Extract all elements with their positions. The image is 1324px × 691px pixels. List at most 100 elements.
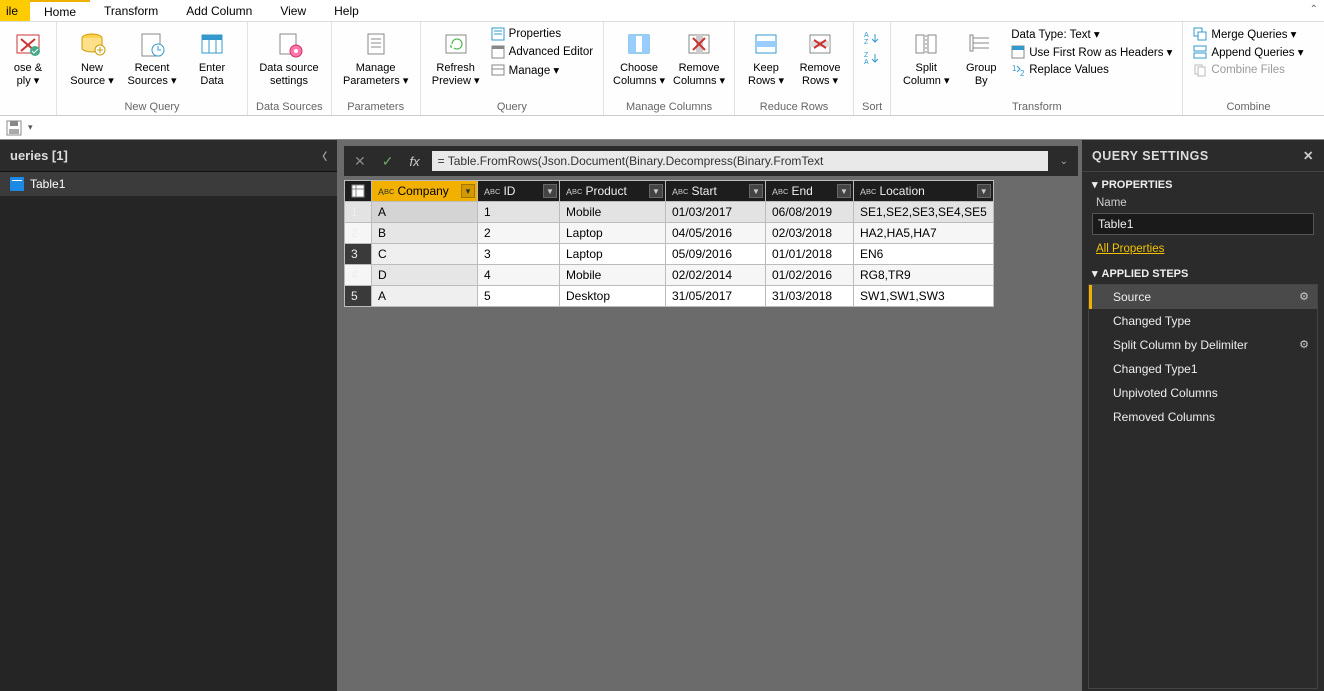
save-icon[interactable]	[6, 120, 22, 136]
formula-fx-icon[interactable]: fx	[405, 154, 423, 169]
properties-button[interactable]: Properties	[489, 26, 595, 42]
select-all-corner[interactable]	[345, 181, 372, 202]
append-queries-button[interactable]: Append Queries ▾	[1191, 44, 1305, 60]
collapse-ribbon-icon[interactable]: ⌃	[1310, 4, 1318, 15]
table-row[interactable]: 3C3Laptop05/09/201601/01/2018EN6	[345, 244, 994, 265]
remove-rows-button[interactable]: Remove Rows ▾	[795, 26, 845, 87]
formula-commit-icon[interactable]: ✓	[378, 153, 398, 170]
query-list-item[interactable]: Table1	[0, 172, 337, 196]
tab-help[interactable]: Help	[320, 0, 373, 21]
filter-dropdown-icon[interactable]: ▼	[749, 184, 763, 198]
cell[interactable]: 02/03/2018	[766, 223, 854, 244]
tab-view[interactable]: View	[266, 0, 320, 21]
sort-desc-button[interactable]: ZA	[862, 50, 882, 66]
applied-step[interactable]: Split Column by Delimiter⚙	[1089, 333, 1317, 357]
choose-columns-button[interactable]: Choose Columns ▾	[612, 26, 666, 87]
column-header-id[interactable]: ABCID▼	[478, 181, 560, 202]
applied-step[interactable]: Unpivoted Columns	[1089, 381, 1317, 405]
cell[interactable]: 31/05/2017	[666, 286, 766, 307]
remove-columns-button[interactable]: Remove Columns ▾	[672, 26, 726, 87]
cell[interactable]: Laptop	[560, 244, 666, 265]
query-name-input[interactable]	[1092, 213, 1314, 235]
column-header-product[interactable]: ABCProduct▼	[560, 181, 666, 202]
column-header-start[interactable]: ABCStart▼	[666, 181, 766, 202]
cell[interactable]: EN6	[854, 244, 994, 265]
cell[interactable]: 3	[478, 244, 560, 265]
applied-steps-section-title[interactable]: ▾ APPLIED STEPS	[1082, 261, 1324, 282]
replace-values-button[interactable]: 12Replace Values	[1009, 62, 1174, 78]
row-number[interactable]: 4	[345, 265, 372, 286]
cell[interactable]: Desktop	[560, 286, 666, 307]
manage-button[interactable]: Manage ▾	[489, 62, 595, 78]
cell[interactable]: HA2,HA5,HA7	[854, 223, 994, 244]
cell[interactable]: C	[372, 244, 478, 265]
applied-step[interactable]: Removed Columns	[1089, 405, 1317, 429]
step-settings-icon[interactable]: ⚙	[1299, 338, 1309, 351]
formula-expand-icon[interactable]: ⌄	[1056, 156, 1072, 167]
tab-home[interactable]: Home	[30, 0, 90, 21]
applied-step[interactable]: Source⚙	[1089, 285, 1317, 309]
tab-add-column[interactable]: Add Column	[172, 0, 266, 21]
tab-file[interactable]: ile	[0, 0, 30, 21]
cell[interactable]: 04/05/2016	[666, 223, 766, 244]
applied-step[interactable]: Changed Type	[1089, 309, 1317, 333]
column-header-company[interactable]: ABCCompany▼	[372, 181, 478, 202]
cell[interactable]: 4	[478, 265, 560, 286]
cell[interactable]: Mobile	[560, 202, 666, 223]
cell[interactable]: 05/09/2016	[666, 244, 766, 265]
all-properties-link[interactable]: All Properties	[1082, 237, 1324, 261]
cell[interactable]: SW1,SW1,SW3	[854, 286, 994, 307]
cell[interactable]: 02/02/2014	[666, 265, 766, 286]
properties-section-title[interactable]: ▾ PROPERTIES	[1082, 172, 1324, 193]
new-source-button[interactable]: New Source ▾	[65, 26, 119, 87]
row-number[interactable]: 2	[345, 223, 372, 244]
cell[interactable]: SE1,SE2,SE3,SE4,SE5	[854, 202, 994, 223]
cell[interactable]: D	[372, 265, 478, 286]
row-number[interactable]: 3	[345, 244, 372, 265]
table-row[interactable]: 5A5Desktop31/05/201731/03/2018SW1,SW1,SW…	[345, 286, 994, 307]
filter-dropdown-icon[interactable]: ▼	[837, 184, 851, 198]
row-number[interactable]: 1	[345, 202, 372, 223]
cell[interactable]: 01/02/2016	[766, 265, 854, 286]
cell[interactable]: 01/01/2018	[766, 244, 854, 265]
cell[interactable]: RG8,TR9	[854, 265, 994, 286]
cell[interactable]: A	[372, 202, 478, 223]
advanced-editor-button[interactable]: Advanced Editor	[489, 44, 595, 60]
table-row[interactable]: 1A1Mobile01/03/201706/08/2019SE1,SE2,SE3…	[345, 202, 994, 223]
table-row[interactable]: 2B2Laptop04/05/201602/03/2018HA2,HA5,HA7	[345, 223, 994, 244]
applied-step[interactable]: Changed Type1	[1089, 357, 1317, 381]
cell[interactable]: Mobile	[560, 265, 666, 286]
data-type-button[interactable]: Data Type: Text ▾	[1009, 26, 1174, 42]
refresh-preview-button[interactable]: Refresh Preview ▾	[429, 26, 483, 87]
manage-parameters-button[interactable]: Manage Parameters ▾	[340, 26, 412, 87]
cell[interactable]: 01/03/2017	[666, 202, 766, 223]
keep-rows-button[interactable]: Keep Rows ▾	[743, 26, 789, 87]
filter-dropdown-icon[interactable]: ▼	[461, 184, 475, 198]
recent-sources-button[interactable]: Recent Sources ▾	[125, 26, 179, 87]
tab-transform[interactable]: Transform	[90, 0, 172, 21]
close-settings-icon[interactable]: ✕	[1303, 148, 1314, 163]
enter-data-button[interactable]: Enter Data	[185, 26, 239, 87]
cell[interactable]: 31/03/2018	[766, 286, 854, 307]
qat-dropdown-icon[interactable]: ▾	[28, 122, 33, 133]
data-source-settings-button[interactable]: Data source settings	[256, 26, 322, 87]
filter-dropdown-icon[interactable]: ▼	[649, 184, 663, 198]
filter-dropdown-icon[interactable]: ▼	[543, 184, 557, 198]
row-number[interactable]: 5	[345, 286, 372, 307]
cell[interactable]: 06/08/2019	[766, 202, 854, 223]
cell[interactable]: 5	[478, 286, 560, 307]
column-header-location[interactable]: ABCLocation▼	[854, 181, 994, 202]
close-apply-button[interactable]: ose & ply ▾	[8, 26, 48, 87]
queries-collapse-icon[interactable]: 〈	[317, 148, 327, 163]
table-row[interactable]: 4D4Mobile02/02/201401/02/2016RG8,TR9	[345, 265, 994, 286]
cell[interactable]: A	[372, 286, 478, 307]
cell[interactable]: B	[372, 223, 478, 244]
group-by-button[interactable]: Group By	[959, 26, 1003, 87]
first-row-headers-button[interactable]: Use First Row as Headers ▾	[1009, 44, 1174, 60]
formula-cancel-icon[interactable]: ✕	[350, 153, 370, 170]
cell[interactable]: Laptop	[560, 223, 666, 244]
formula-input[interactable]: = Table.FromRows(Json.Document(Binary.De…	[432, 151, 1048, 171]
filter-dropdown-icon[interactable]: ▼	[977, 184, 991, 198]
column-header-end[interactable]: ABCEnd▼	[766, 181, 854, 202]
cell[interactable]: 1	[478, 202, 560, 223]
